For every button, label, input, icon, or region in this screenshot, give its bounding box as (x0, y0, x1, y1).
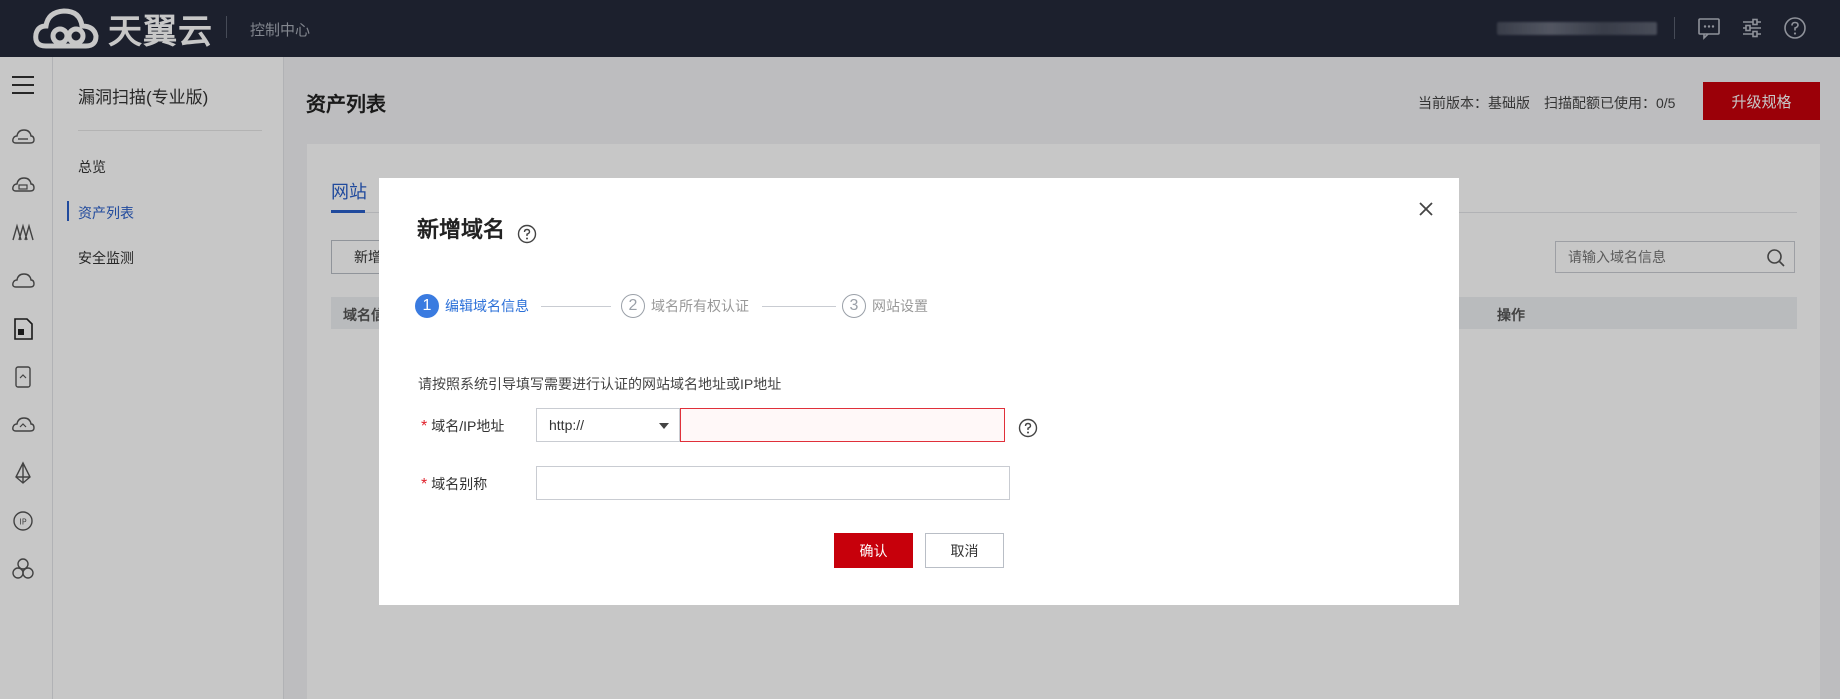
dialog-title: 新增域名 (417, 217, 506, 242)
cancel-button[interactable]: 取消 (925, 533, 1004, 568)
step-connector (762, 306, 836, 307)
confirm-button[interactable]: 确认 (834, 533, 913, 568)
step-number: 2 (621, 294, 645, 318)
chevron-down-icon (659, 423, 669, 429)
guide-text: 请按照系统引导填写需要进行认证的网站域名地址或IP地址 (418, 376, 782, 392)
step-connector (541, 306, 611, 307)
alias-label-text: 域名别称 (431, 476, 488, 492)
step-number: 1 (415, 294, 439, 318)
step-3: 3 网站设置 (842, 294, 928, 318)
alias-input[interactable] (536, 466, 1010, 500)
step-label: 域名所有权认证 (651, 298, 749, 314)
protocol-select[interactable]: http:// (536, 408, 680, 442)
protocol-value: http:// (549, 417, 585, 433)
step-1: 1 编辑域名信息 (415, 294, 529, 318)
step-label: 编辑域名信息 (445, 298, 529, 314)
domain-input[interactable] (680, 408, 1005, 442)
add-domain-dialog: 新增域名 1 编辑域名信息 2 域名所有权认证 3 网站设置 请按照系统引导填写… (379, 178, 1459, 605)
required-mark: * (421, 476, 428, 493)
alias-label: * 域名别称 (421, 474, 487, 494)
help-icon[interactable] (1018, 418, 1038, 438)
domain-label: * 域名/IP地址 (421, 416, 504, 436)
step-2: 2 域名所有权认证 (621, 294, 749, 318)
close-icon[interactable] (1417, 200, 1435, 218)
help-icon[interactable] (517, 224, 537, 244)
step-number: 3 (842, 294, 866, 318)
domain-label-text: 域名/IP地址 (431, 418, 505, 434)
step-label: 网站设置 (872, 298, 928, 314)
required-mark: * (421, 418, 428, 435)
